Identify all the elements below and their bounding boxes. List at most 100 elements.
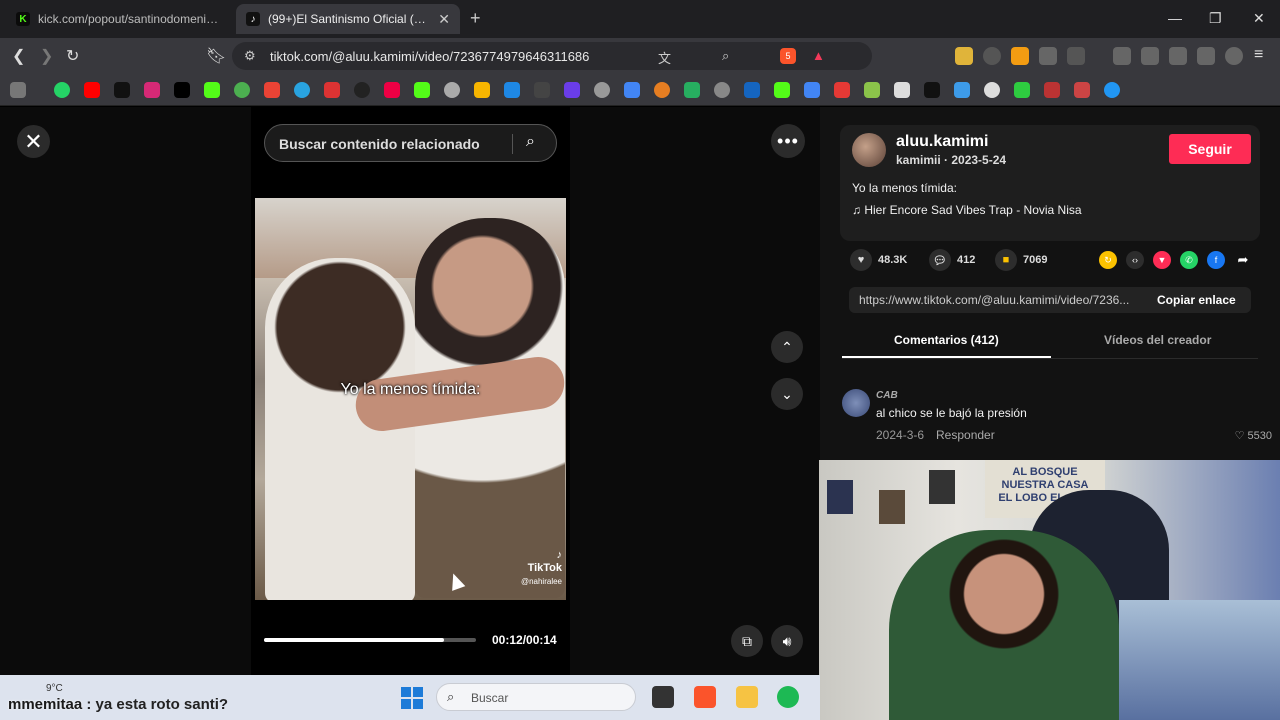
- video-frame[interactable]: Yo la menos tímida: ♪ TikTok @nahiralee: [255, 198, 566, 600]
- instagram-icon[interactable]: [144, 82, 160, 98]
- tab-comments[interactable]: Comentarios (412): [894, 333, 999, 347]
- tiktok-icon[interactable]: [114, 82, 130, 98]
- music-icon[interactable]: [1113, 47, 1131, 65]
- maximize-icon[interactable]: ❐: [1209, 10, 1222, 27]
- pip-button[interactable]: ⧉: [731, 625, 763, 657]
- minimize-icon[interactable]: —: [1168, 10, 1182, 26]
- author-username[interactable]: aluu.kamimi: [896, 133, 988, 151]
- tab-kick-chat[interactable]: K kick.com/popout/santinodomenichini/cha…: [6, 4, 232, 34]
- kick-icon[interactable]: [414, 82, 430, 98]
- bookmark-icon[interactable]: [954, 82, 970, 98]
- browser-tab-bar: K kick.com/popout/santinodomenichini/cha…: [0, 0, 1280, 38]
- bookmark-icon[interactable]: [294, 82, 310, 98]
- star-icon[interactable]: [1074, 82, 1090, 98]
- whatsapp-icon[interactable]: [54, 82, 70, 98]
- brave-shield-icon[interactable]: 5: [780, 48, 796, 64]
- kick-icon[interactable]: [774, 82, 790, 98]
- more-options-button[interactable]: •••: [771, 124, 805, 158]
- share-icon[interactable]: ➦: [1234, 251, 1252, 269]
- gmail-icon[interactable]: [384, 82, 400, 98]
- bookmark-icon[interactable]: [534, 82, 550, 98]
- follow-button[interactable]: Seguir: [1169, 134, 1251, 164]
- bookmark-icon[interactable]: [324, 82, 340, 98]
- extension-icon[interactable]: [1011, 47, 1029, 65]
- comment-author[interactable]: CAB: [876, 390, 898, 401]
- like-button[interactable]: ♥ 48.3K: [850, 249, 907, 271]
- bookmark-icon[interactable]: [624, 82, 640, 98]
- extension-icon[interactable]: [1067, 47, 1085, 65]
- repost-icon[interactable]: ↻: [1099, 251, 1117, 269]
- reply-button[interactable]: Responder: [936, 428, 995, 442]
- close-icon[interactable]: ✕: [17, 125, 50, 158]
- forward-icon[interactable]: ❯: [40, 46, 53, 66]
- comment-like-button[interactable]: ♡ 5530: [1235, 429, 1272, 442]
- apps-icon[interactable]: [10, 82, 26, 98]
- extension-icon[interactable]: [983, 47, 1001, 65]
- window-close-icon[interactable]: ✕: [1253, 10, 1265, 27]
- video-progress-bar[interactable]: [264, 638, 476, 642]
- volume-button[interactable]: 🔊︎: [771, 625, 803, 657]
- bookmark-icon[interactable]: [1014, 82, 1030, 98]
- bookmark-icon[interactable]: [834, 82, 850, 98]
- bookmark-icon[interactable]: [474, 82, 490, 98]
- site-settings-icon[interactable]: ⚙: [244, 48, 256, 64]
- bookmark-icon[interactable]: [504, 82, 520, 98]
- save-button[interactable]: ■ 7069: [995, 249, 1047, 271]
- bookmark-icon[interactable]: [234, 82, 250, 98]
- reload-icon[interactable]: ↻: [66, 46, 79, 66]
- vpn-icon[interactable]: [1225, 47, 1243, 65]
- previous-video-button[interactable]: ⌃: [771, 331, 803, 363]
- bookmark-icon[interactable]: [354, 82, 370, 98]
- bookmark-icon[interactable]: [894, 82, 910, 98]
- close-tab-icon[interactable]: ✕: [438, 11, 450, 28]
- sidebar-icon[interactable]: [1141, 47, 1159, 65]
- puzzle-icon[interactable]: [1039, 47, 1057, 65]
- address-bar[interactable]: ⚙ tiktok.com/@aluu.kamimi/video/72367749…: [232, 42, 872, 70]
- download-icon[interactable]: [864, 82, 880, 98]
- embed-icon[interactable]: ‹›: [1126, 251, 1144, 269]
- bookmark-icon[interactable]: 🔖︎: [206, 46, 226, 66]
- video-caption: Yo la menos tímida:: [340, 381, 481, 398]
- avatar[interactable]: [852, 133, 886, 167]
- speaker-icon: 🔊︎: [782, 632, 792, 649]
- facebook-icon[interactable]: f: [1207, 251, 1225, 269]
- menu-icon[interactable]: ≡: [1254, 46, 1263, 64]
- send-icon[interactable]: ▼: [1153, 251, 1171, 269]
- bookmark-icon[interactable]: [924, 82, 940, 98]
- ai-icon[interactable]: [1197, 47, 1215, 65]
- bookmark-icon[interactable]: [654, 82, 670, 98]
- docs-icon[interactable]: [804, 82, 820, 98]
- bookmark-icon[interactable]: [714, 82, 730, 98]
- share-link-text[interactable]: https://www.tiktok.com/@aluu.kamimi/vide…: [859, 293, 1147, 307]
- kick-icon[interactable]: [204, 82, 220, 98]
- bookmark-icon[interactable]: [684, 82, 700, 98]
- x-icon[interactable]: [174, 82, 190, 98]
- bookmark-icon[interactable]: [984, 82, 1000, 98]
- next-video-button[interactable]: ⌄: [771, 378, 803, 410]
- bookmark-icon[interactable]: [594, 82, 610, 98]
- related-search-input[interactable]: Buscar contenido relacionado ⌕: [264, 124, 557, 162]
- new-tab-button[interactable]: +: [470, 8, 481, 29]
- search-icon[interactable]: ⌕: [526, 133, 535, 151]
- brave-rewards-icon[interactable]: ▲: [812, 48, 825, 63]
- zoom-icon[interactable]: ⌕: [722, 48, 729, 64]
- share-link-box: https://www.tiktok.com/@aluu.kamimi/vide…: [849, 287, 1251, 313]
- copy-link-button[interactable]: Copiar enlace: [1157, 293, 1236, 307]
- paypal-icon[interactable]: [744, 82, 760, 98]
- avatar[interactable]: [842, 389, 870, 417]
- translate-icon[interactable]: 文: [658, 48, 671, 67]
- bookmark-icon[interactable]: [564, 82, 580, 98]
- whatsapp-icon[interactable]: ✆: [1180, 251, 1198, 269]
- back-icon[interactable]: ❮: [12, 46, 25, 66]
- bookmark-icon[interactable]: [1104, 82, 1120, 98]
- wallet-icon[interactable]: [1169, 47, 1187, 65]
- tab-creator-videos[interactable]: Vídeos del creador: [1104, 333, 1211, 347]
- youtube-icon[interactable]: [84, 82, 100, 98]
- comment-button[interactable]: 💬︎ 412: [929, 249, 975, 271]
- extension-icon[interactable]: [955, 47, 973, 65]
- tab-tiktok[interactable]: ♪ (99+)El Santinismo Oficial (@kick ✕: [236, 4, 460, 34]
- star-icon[interactable]: [1044, 82, 1060, 98]
- bookmark-icon[interactable]: [444, 82, 460, 98]
- gmail-icon[interactable]: [264, 82, 280, 98]
- music-link[interactable]: ♫ Hier Encore Sad Vibes Trap - Novia Nis…: [852, 203, 1082, 217]
